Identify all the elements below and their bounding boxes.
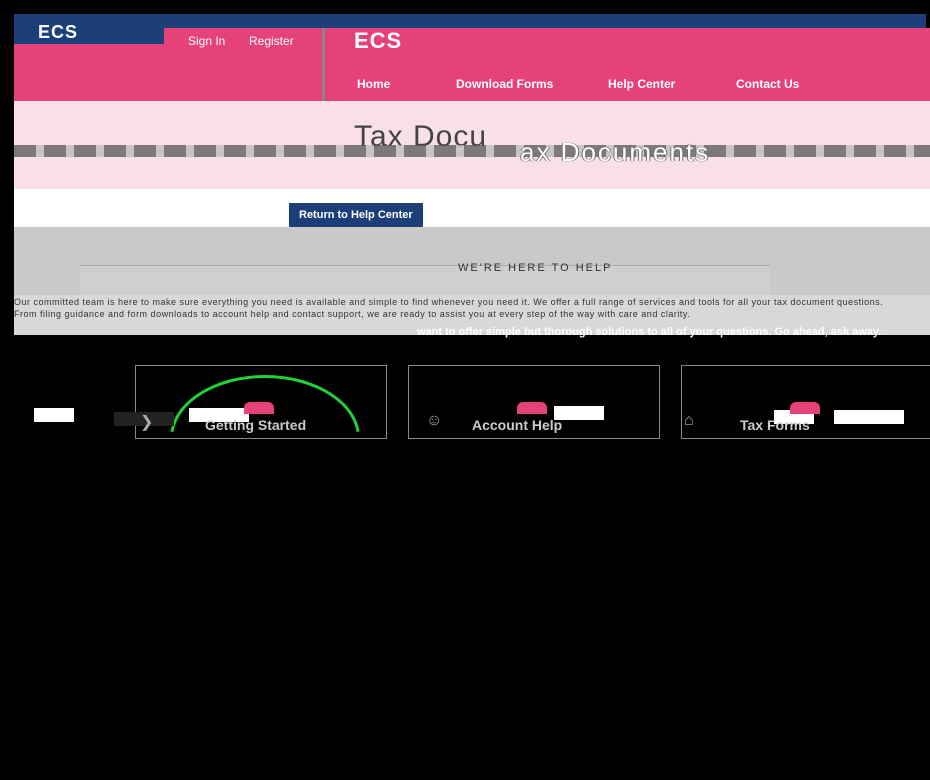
top-strip	[14, 14, 926, 28]
welcome-inner	[80, 265, 770, 296]
page-title-echo: ax Documents	[520, 137, 711, 167]
card-label-2: Account Help	[472, 417, 563, 433]
sign-in-link[interactable]: Sign In	[188, 34, 225, 48]
card-label-1: Getting Started	[205, 417, 307, 433]
intro-line-1: Our committed team is here to make sure …	[14, 297, 884, 307]
intro-line-3: want to offer simple but thorough soluti…	[417, 326, 882, 338]
small-logo[interactable]: ECS	[38, 22, 78, 43]
card-icon-pink-1	[244, 402, 274, 414]
logo-bar	[14, 28, 164, 44]
document-icon: ⌂	[684, 412, 694, 429]
glitch-bar	[34, 408, 74, 422]
nav-contact-us[interactable]: Contact Us	[736, 77, 799, 91]
intro-line-2: From filing guidance and form downloads …	[14, 309, 691, 319]
nav-help-center[interactable]: Help Center	[608, 77, 675, 91]
register-link[interactable]: Register	[249, 34, 294, 48]
card-icon-pink-2	[517, 402, 547, 414]
nav-home[interactable]: Home	[357, 77, 390, 91]
card-label-3: Tax Forms	[740, 417, 810, 433]
rocket-icon: ❯	[140, 414, 154, 431]
user-icon: ☺	[426, 412, 443, 429]
hero-glitch-stripe	[14, 145, 930, 157]
glitch-bar	[834, 410, 904, 424]
welcome-heading: WE'RE HERE TO HELP	[458, 262, 613, 274]
nav-download-forms[interactable]: Download Forms	[456, 77, 553, 91]
brand-logo[interactable]: ECS	[354, 28, 402, 54]
return-to-help-center-button[interactable]: Return to Help Center	[289, 203, 423, 227]
content-band	[14, 189, 930, 227]
card-icon-pink-3	[790, 402, 820, 414]
